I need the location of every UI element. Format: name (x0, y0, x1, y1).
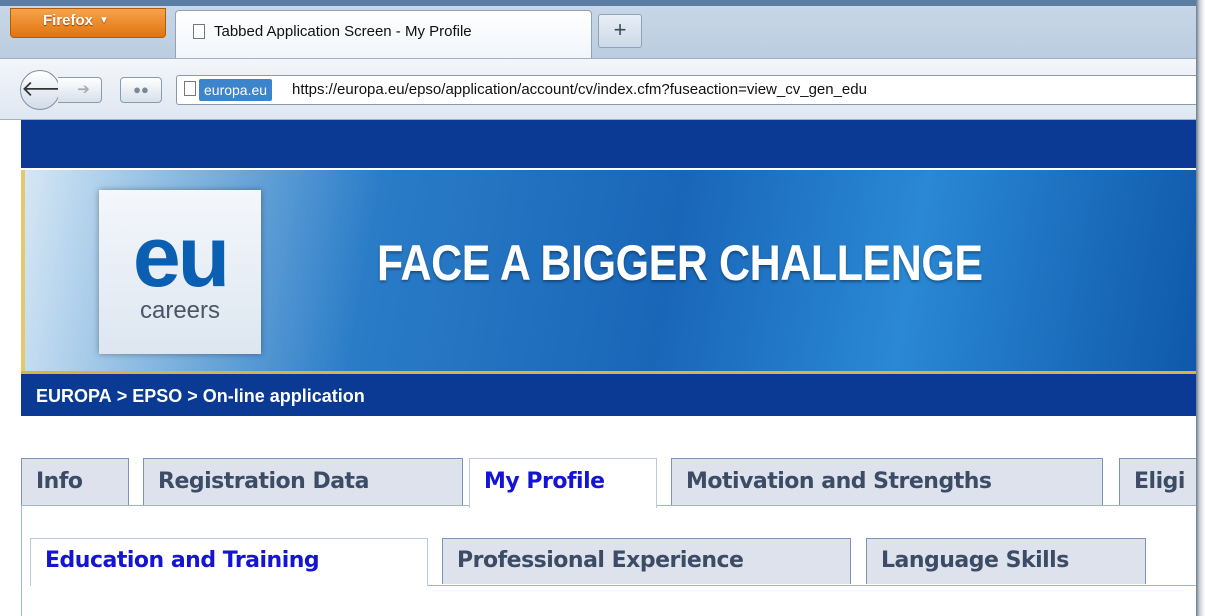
breadcrumb-separator: > (116, 386, 128, 406)
tab-my-profile[interactable]: My Profile (469, 458, 657, 508)
navigation-toolbar: 🡐 ➔ ●● europa.eu https://europa.eu/epso/… (0, 58, 1196, 120)
breadcrumb-item-epso[interactable]: EPSO (132, 386, 182, 406)
forward-button[interactable]: ➔ (58, 77, 102, 103)
page-icon (193, 24, 205, 39)
logo-careers-text: careers (139, 297, 221, 324)
logo-eu-text: eu (132, 209, 230, 305)
firefox-menu-button[interactable]: Firefox ▼ (10, 8, 166, 38)
firefox-menu-label: Firefox (43, 12, 94, 29)
new-tab-button[interactable]: + (598, 14, 642, 48)
breadcrumb-item-europa[interactable]: EUROPA (36, 386, 112, 406)
tab-professional-experience[interactable]: Professional Experience (442, 538, 851, 584)
forward-icon: ➔ (77, 81, 90, 98)
window-frame-top (0, 0, 1196, 6)
url-bar[interactable]: europa.eu https://europa.eu/epso/applica… (176, 75, 1196, 105)
tab-eligibility[interactable]: Eligi (1119, 458, 1196, 506)
breadcrumb: EUROPA > EPSO > On-line application (21, 374, 1196, 416)
breadcrumb-item-online-application[interactable]: On-line application (203, 386, 365, 406)
breadcrumb-separator: > (187, 386, 198, 406)
site-identity-badge[interactable]: europa.eu (199, 79, 273, 101)
identity-icon: ●● (133, 82, 149, 97)
banner-slogan: FACE A BIGGER CHALLENGE (377, 235, 983, 291)
page-icon (184, 81, 196, 96)
tab-motivation-and-strengths[interactable]: Motivation and Strengths (671, 458, 1103, 506)
window-frame-right (1196, 0, 1205, 616)
tab-registration-data[interactable]: Registration Data (143, 458, 463, 506)
browser-tab[interactable]: Tabbed Application Screen - My Profile (175, 10, 592, 58)
site-top-band (21, 120, 1196, 168)
identity-button[interactable]: ●● (120, 77, 162, 103)
tab-language-skills[interactable]: Language Skills (866, 538, 1146, 584)
eu-careers-logo[interactable]: eu careers (99, 190, 261, 354)
sub-tab-baseline (426, 585, 1197, 586)
tab-info[interactable]: Info (21, 458, 129, 506)
browser-tab-title: Tabbed Application Screen - My Profile (214, 23, 472, 40)
browser-titlebar: Firefox ▼ Tabbed Application Screen - My … (0, 0, 1196, 58)
tab-education-and-training[interactable]: Education and Training (30, 538, 428, 586)
url-text[interactable]: https://europa.eu/epso/application/accou… (292, 81, 867, 98)
header-banner: eu careers FACE A BIGGER CHALLENGE (21, 168, 1196, 374)
my-profile-panel: Education and Training Professional Expe… (21, 505, 1197, 616)
main-tab-bar: Info Registration Data My Profile Motiva… (21, 458, 1196, 508)
sub-tab-bar: Education and Training Professional Expe… (30, 538, 1197, 586)
back-button[interactable]: 🡐 (20, 70, 80, 110)
dropdown-arrow-icon: ▼ (99, 15, 109, 26)
banner-accent-strip (21, 170, 25, 371)
page-content: eu careers FACE A BIGGER CHALLENGE EUROP… (21, 120, 1197, 616)
